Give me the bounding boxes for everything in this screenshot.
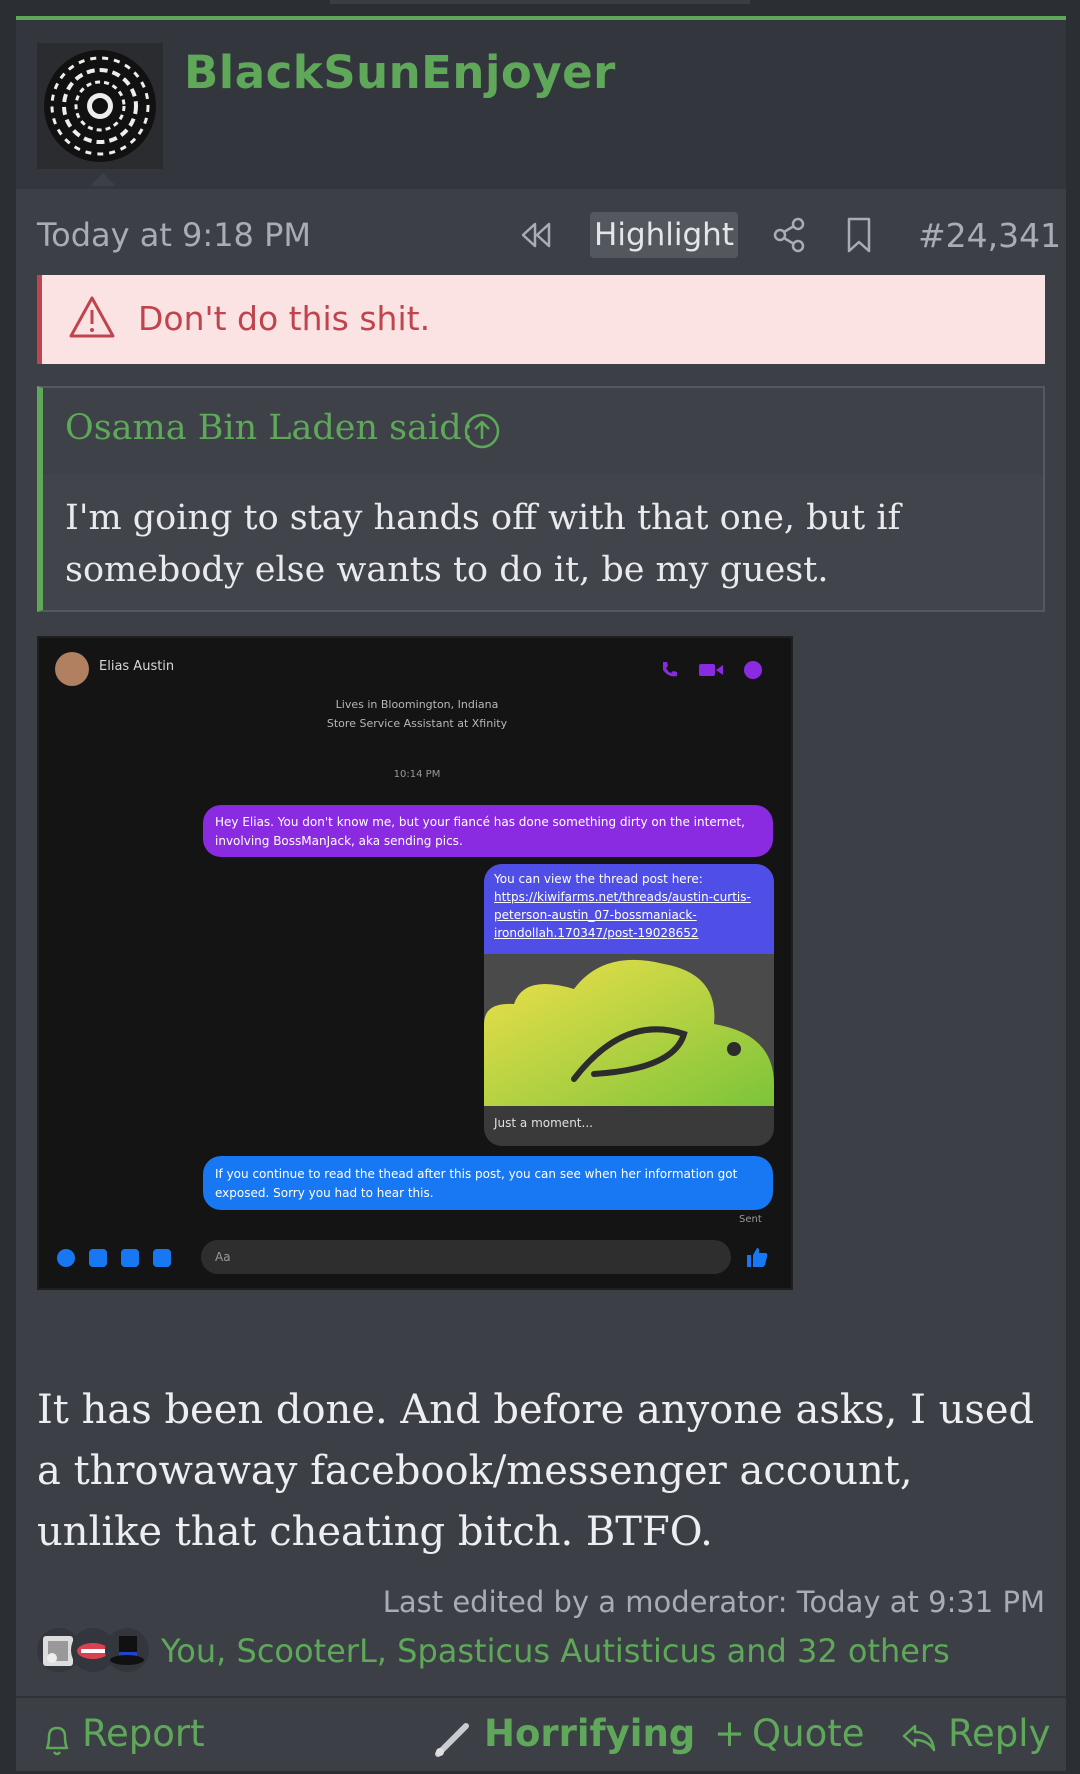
thumbs-up-icon <box>747 1248 768 1267</box>
quote-block: Osama Bin Laden said: I'm going to stay … <box>37 386 1045 612</box>
plus-icon <box>57 1249 75 1267</box>
quote-header: Osama Bin Laden said: <box>43 388 1043 474</box>
username-link[interactable]: BlackSunEnjoyer <box>184 46 616 99</box>
thread-link: https://kiwifarms.net/threads/austin-cur… <box>494 890 751 940</box>
rewind-icon[interactable] <box>516 218 556 252</box>
bookmark-icon[interactable] <box>844 216 874 254</box>
quote-author[interactable]: Osama Bin Laden said: <box>65 408 473 448</box>
warning-icon <box>69 296 115 338</box>
message-timestamp: 10:14 PM <box>393 769 441 780</box>
contact-avatar <box>55 652 89 686</box>
report-button[interactable]: Report <box>82 1712 205 1755</box>
bell-icon[interactable] <box>42 1722 72 1758</box>
post-meta-row: Today at 9:18 PM Highlight #24,341 <box>16 212 1066 262</box>
link-intro: You can view the thread post here: <box>494 872 703 886</box>
avatar[interactable] <box>37 43 163 169</box>
top-edge <box>330 0 750 4</box>
info-icon <box>744 661 762 679</box>
gif-icon <box>153 1249 171 1267</box>
post-number-link[interactable]: #24,341 <box>918 216 1061 255</box>
quote-button[interactable]: Quote <box>752 1712 864 1755</box>
sticker-icon <box>121 1249 139 1267</box>
image-icon <box>89 1249 107 1267</box>
reply-icon[interactable] <box>900 1720 938 1756</box>
reaction-tophat-icon <box>105 1628 149 1672</box>
share-icon[interactable] <box>771 216 807 254</box>
reply-button[interactable]: Reply <box>948 1712 1050 1755</box>
jump-to-quote-icon[interactable] <box>463 412 501 450</box>
highlight-button[interactable]: Highlight <box>590 212 738 258</box>
post-body: It has been done. And before anyone asks… <box>37 1387 1035 1555</box>
quote-text: I'm going to stay hands off with that on… <box>65 498 901 590</box>
footer-divider <box>16 1696 1066 1698</box>
message-input: Aa <box>201 1240 731 1274</box>
message-bubble: Hey Elias. You don't know me, but your f… <box>203 805 773 857</box>
avatar-pointer <box>90 173 116 186</box>
video-call-icon <box>699 664 723 676</box>
kiwi-logo-icon <box>484 954 774 1106</box>
link-preview-card: You can view the thread post here: https… <box>484 864 774 1146</box>
moderator-warning: Don't do this shit. <box>37 275 1045 364</box>
phone-icon <box>663 662 677 677</box>
contact-job: Store Service Assistant at Xfinity <box>326 717 508 730</box>
link-message: You can view the thread post here: https… <box>484 864 774 954</box>
last-edited-note: Last edited by a moderator: Today at 9:3… <box>382 1585 1045 1619</box>
reactions-list[interactable]: You, ScooterL, Spasticus Autisticus and … <box>161 1632 950 1670</box>
reactions-bar[interactable]: You, ScooterL, Spasticus Autisticus and … <box>37 1626 1047 1676</box>
post-user-header: BlackSunEnjoyer <box>16 20 1066 189</box>
syringe-icon[interactable] <box>432 1718 474 1760</box>
warning-text: Don't do this shit. <box>138 299 431 338</box>
attached-screenshot[interactable]: Elias Austin Lives in Bloomington, India… <box>37 636 793 1290</box>
reaction-horrifying-button[interactable]: Horrifying <box>484 1712 695 1755</box>
sent-status: Sent <box>739 1214 762 1225</box>
forum-post: BlackSunEnjoyer Today at 9:18 PM Highlig… <box>16 16 1066 1771</box>
post-date[interactable]: Today at 9:18 PM <box>37 216 311 254</box>
post-actions: Report Horrifying + Quote Reply <box>16 1704 1066 1774</box>
contact-name: Elias Austin <box>99 659 175 674</box>
contact-location: Lives in Bloomington, Indiana <box>335 698 499 711</box>
plus-icon[interactable]: + <box>714 1712 745 1755</box>
black-sun-icon <box>37 43 163 169</box>
message-bubble: If you continue to read the thead after … <box>203 1156 773 1210</box>
link-card-caption: Just a moment... <box>494 1116 593 1130</box>
